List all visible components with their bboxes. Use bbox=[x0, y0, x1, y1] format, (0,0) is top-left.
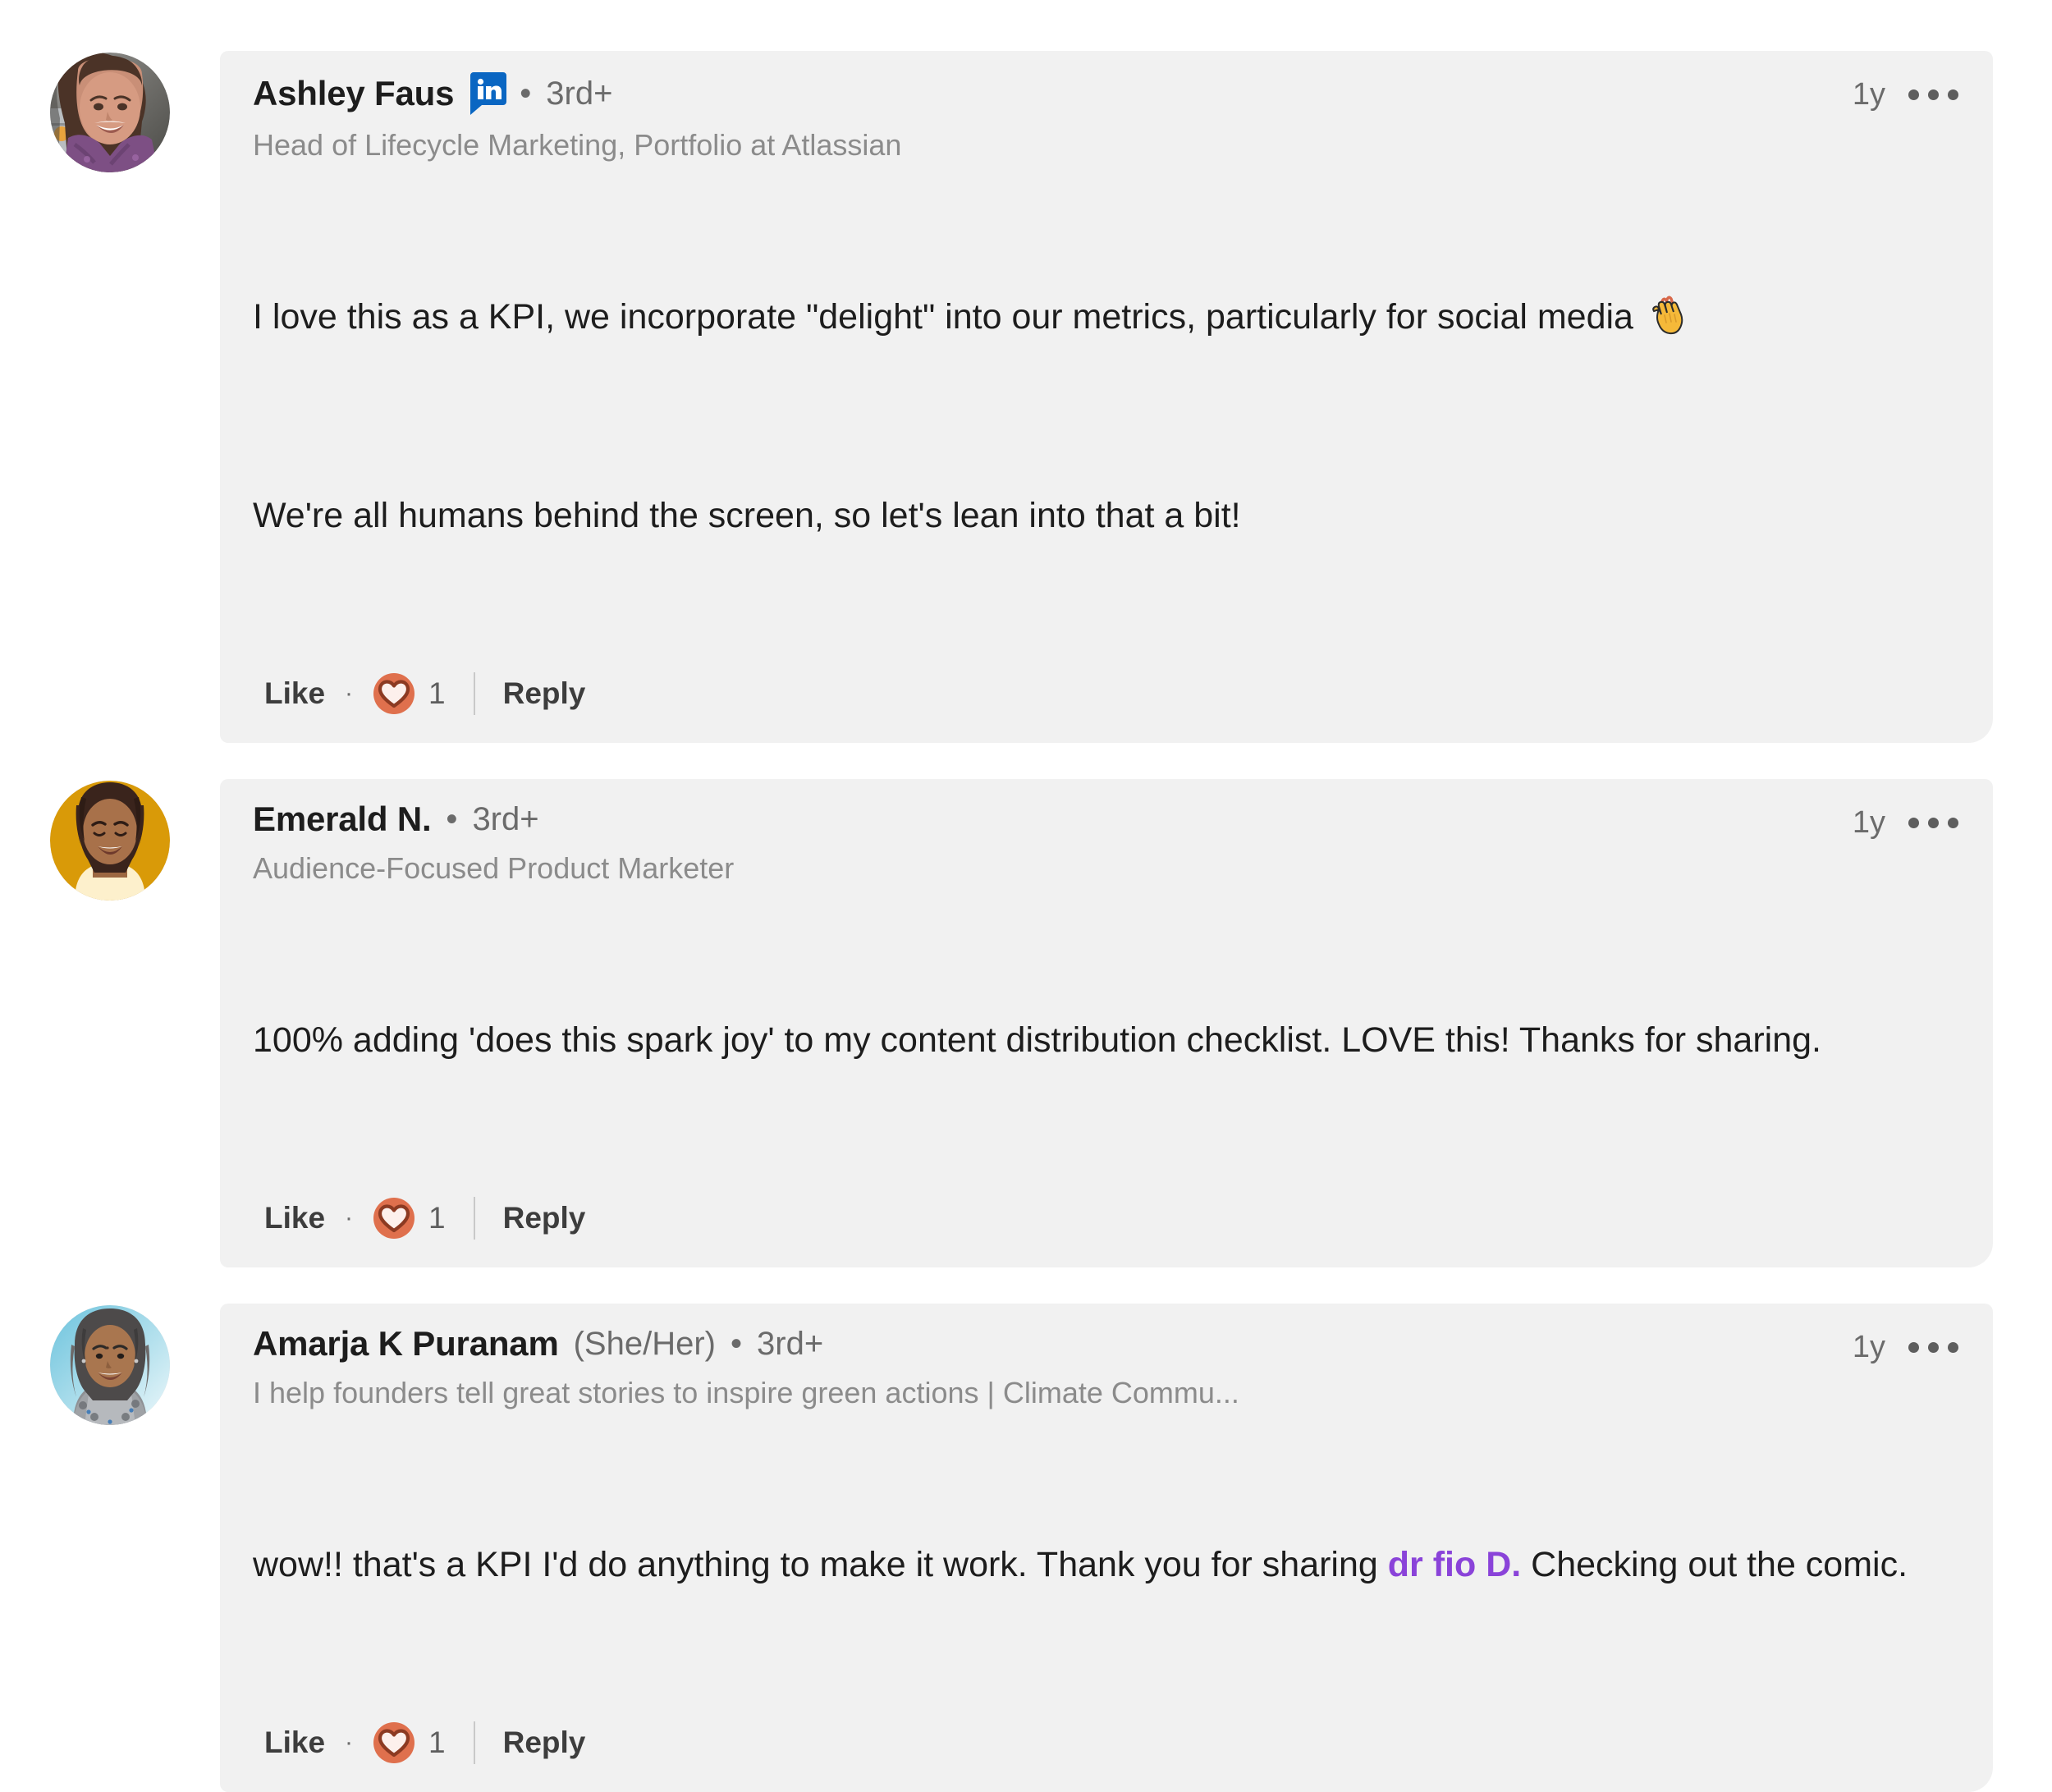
comment-paragraph: I love this as a KPI, we incorporate "de… bbox=[253, 291, 1960, 343]
comment-paragraph-text: wow!! that's a KPI I'd do anything to ma… bbox=[253, 1545, 1388, 1585]
author-name[interactable]: Emerald N. bbox=[253, 800, 432, 838]
ellipsis-icon bbox=[1908, 817, 1919, 828]
comment-meta: 1y bbox=[1853, 1325, 1960, 1365]
avatar[interactable] bbox=[50, 1304, 170, 1425]
clapping-hands-emoji bbox=[1648, 294, 1691, 337]
author-identity: Emerald N. • 3rd+ Audience-Focused Produ… bbox=[253, 800, 753, 887]
author-name[interactable]: Amarja K Puranam bbox=[253, 1324, 559, 1363]
ellipsis-icon bbox=[1948, 89, 1958, 100]
comment-bubble: Amarja K Puranam (She/Her) • 3rd+ I help… bbox=[220, 1303, 1993, 1792]
ellipsis-icon bbox=[1948, 817, 1958, 828]
avatar-column bbox=[0, 51, 220, 172]
author-name[interactable]: Ashley Faus bbox=[253, 74, 454, 112]
comment-actions: Like · 1 Reply bbox=[253, 671, 1960, 715]
timestamp: 1y bbox=[1852, 1329, 1885, 1364]
author-name-line: Amarja K Puranam (She/Her) • 3rd+ bbox=[253, 1324, 1239, 1363]
more-options-button[interactable] bbox=[1907, 813, 1960, 833]
action-separator-dot: · bbox=[345, 1729, 354, 1757]
reactions-summary[interactable]: 1 bbox=[373, 1197, 446, 1240]
reaction-count: 1 bbox=[428, 1726, 446, 1760]
author-pronouns: (She/Her) bbox=[573, 1325, 716, 1362]
comment-actions: Like · 1 Reply bbox=[253, 1721, 1960, 1765]
author-name-line: Ashley Faus • 3rd+ bbox=[253, 72, 901, 115]
author-identity: Ashley Faus • 3rd+ Head of Lifecycle Mar… bbox=[253, 72, 921, 163]
ellipsis-icon bbox=[1908, 89, 1919, 100]
reactions-summary[interactable]: 1 bbox=[373, 672, 446, 715]
reply-button[interactable]: Reply bbox=[503, 1201, 586, 1235]
reply-button[interactable]: Reply bbox=[503, 1726, 586, 1760]
author-identity: Amarja K Puranam (She/Her) • 3rd+ I help… bbox=[253, 1324, 1259, 1411]
action-separator-dot: · bbox=[345, 679, 354, 707]
ellipsis-icon bbox=[1948, 1341, 1958, 1353]
love-reaction-icon bbox=[373, 1197, 415, 1239]
mention-link[interactable]: dr fio D. bbox=[1388, 1545, 1521, 1584]
reaction-count: 1 bbox=[428, 676, 446, 710]
comment-paragraph: We're all humans behind the screen, so l… bbox=[253, 496, 1241, 536]
author-headline: Audience-Focused Product Marketer bbox=[253, 850, 735, 885]
comment-paragraph: wow!! that's a KPI I'd do anything to ma… bbox=[253, 1539, 1960, 1591]
author-name-line: Emerald N. • 3rd+ bbox=[253, 800, 734, 838]
reactions-summary[interactable]: 1 bbox=[373, 1721, 446, 1764]
author-headline: Head of Lifecycle Marketing, Portfolio a… bbox=[253, 128, 902, 162]
action-divider bbox=[473, 671, 475, 715]
more-options-button[interactable] bbox=[1907, 85, 1960, 105]
comment-main: Amarja K Puranam (She/Her) • 3rd+ I help… bbox=[220, 1303, 2052, 1792]
avatar[interactable] bbox=[50, 780, 170, 901]
separator-dot: • bbox=[446, 800, 458, 837]
action-separator-dot: · bbox=[345, 1203, 354, 1231]
comment-bubble: Emerald N. • 3rd+ Audience-Focused Produ… bbox=[220, 778, 1993, 1267]
comment-item: Emerald N. • 3rd+ Audience-Focused Produ… bbox=[0, 743, 2052, 1267]
like-button[interactable]: Like bbox=[264, 1201, 325, 1235]
love-reaction-icon bbox=[373, 672, 415, 714]
connection-degree: 3rd+ bbox=[546, 76, 613, 112]
reply-button[interactable]: Reply bbox=[503, 676, 586, 711]
avatar-column bbox=[0, 1304, 220, 1425]
separator-dot: • bbox=[520, 76, 532, 112]
connection-degree: 3rd+ bbox=[472, 800, 539, 837]
reaction-count: 1 bbox=[428, 1200, 446, 1235]
comment-item: Ashley Faus • 3rd+ Head of Lifecycle Mar… bbox=[0, 0, 2052, 743]
comment-paragraph-text: Checking out the comic. bbox=[1521, 1545, 1908, 1585]
comment-header: Amarja K Puranam (She/Her) • 3rd+ I help… bbox=[253, 1324, 1960, 1411]
comment-bubble: Ashley Faus • 3rd+ Head of Lifecycle Mar… bbox=[220, 51, 1993, 743]
comment-meta: 1y bbox=[1853, 72, 1960, 112]
ellipsis-icon bbox=[1928, 1341, 1939, 1353]
action-divider bbox=[473, 1196, 475, 1240]
timestamp: 1y bbox=[1852, 77, 1885, 112]
love-reaction-icon bbox=[373, 1722, 415, 1764]
timestamp: 1y bbox=[1852, 804, 1885, 840]
comment-meta: 1y bbox=[1853, 800, 1960, 841]
comment-paragraph: 100% adding 'does this spark joy' to my … bbox=[253, 1020, 1821, 1061]
comments-thread: Ashley Faus • 3rd+ Head of Lifecycle Mar… bbox=[0, 0, 2052, 1792]
action-divider bbox=[473, 1721, 475, 1765]
comment-actions: Like · 1 Reply bbox=[253, 1196, 1960, 1240]
comment-header: Ashley Faus • 3rd+ Head of Lifecycle Mar… bbox=[253, 72, 1960, 163]
linkedin-verified-badge-icon bbox=[470, 72, 507, 115]
comment-text: 100% adding 'does this spark joy' to my … bbox=[253, 911, 1960, 1171]
ellipsis-icon bbox=[1928, 817, 1939, 828]
separator-dot: • bbox=[731, 1325, 743, 1362]
author-headline: I help founders tell great stories to in… bbox=[253, 1376, 1239, 1410]
more-options-button[interactable] bbox=[1907, 1337, 1960, 1358]
like-button[interactable]: Like bbox=[264, 676, 325, 711]
avatar-column bbox=[0, 779, 220, 901]
ellipsis-icon bbox=[1908, 1341, 1919, 1353]
comment-text: wow!! that's a KPI I'd do anything to ma… bbox=[253, 1436, 1960, 1695]
ellipsis-icon bbox=[1928, 89, 1939, 100]
comment-header: Emerald N. • 3rd+ Audience-Focused Produ… bbox=[253, 800, 1960, 887]
comment-paragraph-text: I love this as a KPI, we incorporate "de… bbox=[253, 297, 1643, 337]
comment-text: I love this as a KPI, we incorporate "de… bbox=[253, 188, 1960, 646]
connection-degree: 3rd+ bbox=[757, 1325, 824, 1362]
comment-main: Emerald N. • 3rd+ Audience-Focused Produ… bbox=[220, 778, 2052, 1267]
avatar[interactable] bbox=[50, 53, 170, 172]
comment-main: Ashley Faus • 3rd+ Head of Lifecycle Mar… bbox=[220, 51, 2052, 743]
like-button[interactable]: Like bbox=[264, 1726, 325, 1760]
comment-item: Amarja K Puranam (She/Her) • 3rd+ I help… bbox=[0, 1267, 2052, 1792]
